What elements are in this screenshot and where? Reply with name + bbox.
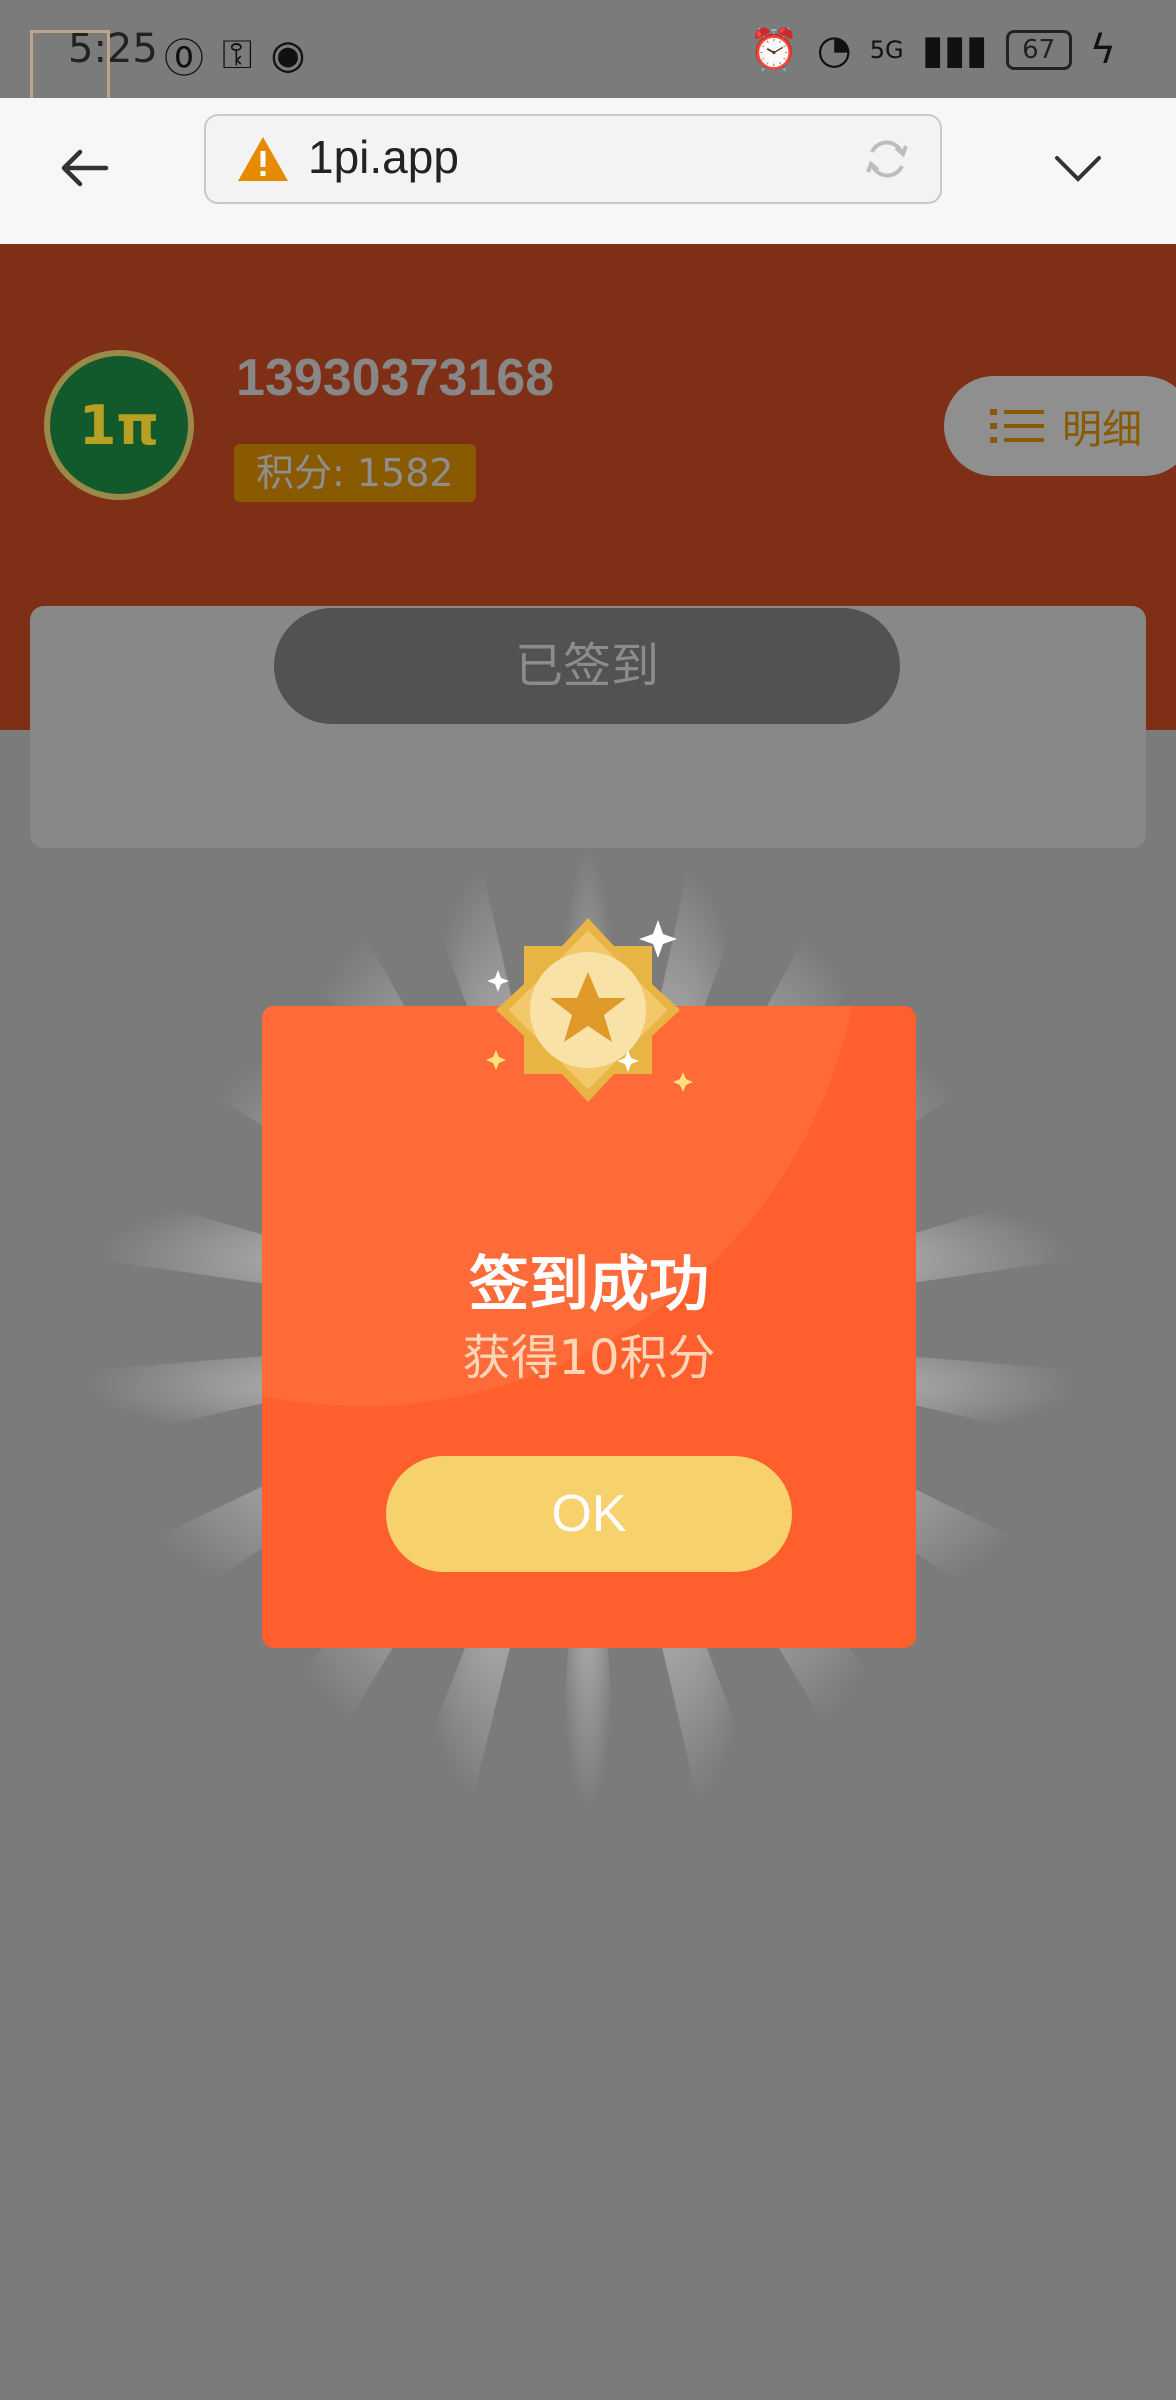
url-text: 1pi.app (308, 131, 459, 183)
alarm-icon: ⏰ (748, 27, 799, 73)
wifi-icon: ◔ (816, 26, 852, 73)
browser-toolbar: 1pi.app (0, 98, 1176, 245)
network-type: 5G (869, 35, 904, 64)
back-arrow-icon (61, 149, 109, 187)
user-phone: 13930373168 (236, 349, 555, 407)
key-icon: ⚿ (222, 32, 253, 78)
chevron-down-icon (1055, 156, 1101, 182)
detail-button[interactable]: 明细 (944, 376, 1176, 476)
dialog-title: 签到成功 (469, 1250, 709, 1320)
dialog-subtitle: 获得10积分 (462, 1330, 716, 1386)
warning-icon (238, 137, 288, 181)
avatar-text: 1π (78, 393, 160, 457)
back-button[interactable] (52, 136, 116, 200)
menu-dropdown-button[interactable] (1046, 136, 1110, 200)
signal-icon: ▮▮▮ (921, 26, 988, 73)
status-right-icons: ⏰ ◔ 5G ▮▮▮ 67 ϟ (748, 26, 1116, 74)
status-left-icons: ⓪ ⚿ ◉ (164, 26, 305, 84)
detail-label: 明细 (1062, 407, 1142, 453)
list-icon (990, 409, 1044, 443)
ok-button[interactable]: OK (386, 1456, 792, 1572)
status-bar: 5:25 ⓪ ⚿ ◉ ⏰ ◔ 5G ▮▮▮ 67 ϟ (0, 0, 1176, 110)
charging-icon: ϟ (1089, 26, 1116, 73)
eye-icon: ◉ (270, 32, 306, 78)
url-bar[interactable]: 1pi.app (204, 114, 942, 204)
signed-in-button[interactable]: 已签到 (274, 608, 900, 724)
medal-star-icon (486, 918, 693, 1102)
battery-icon: 67 (1005, 29, 1072, 70)
signin-card: 已签到 (30, 606, 1146, 848)
avatar: 1π (44, 350, 194, 500)
reload-icon[interactable] (862, 134, 912, 184)
pi-network-icon: ⓪ (164, 36, 204, 82)
points-badge: 积分: 1582 (234, 444, 476, 502)
